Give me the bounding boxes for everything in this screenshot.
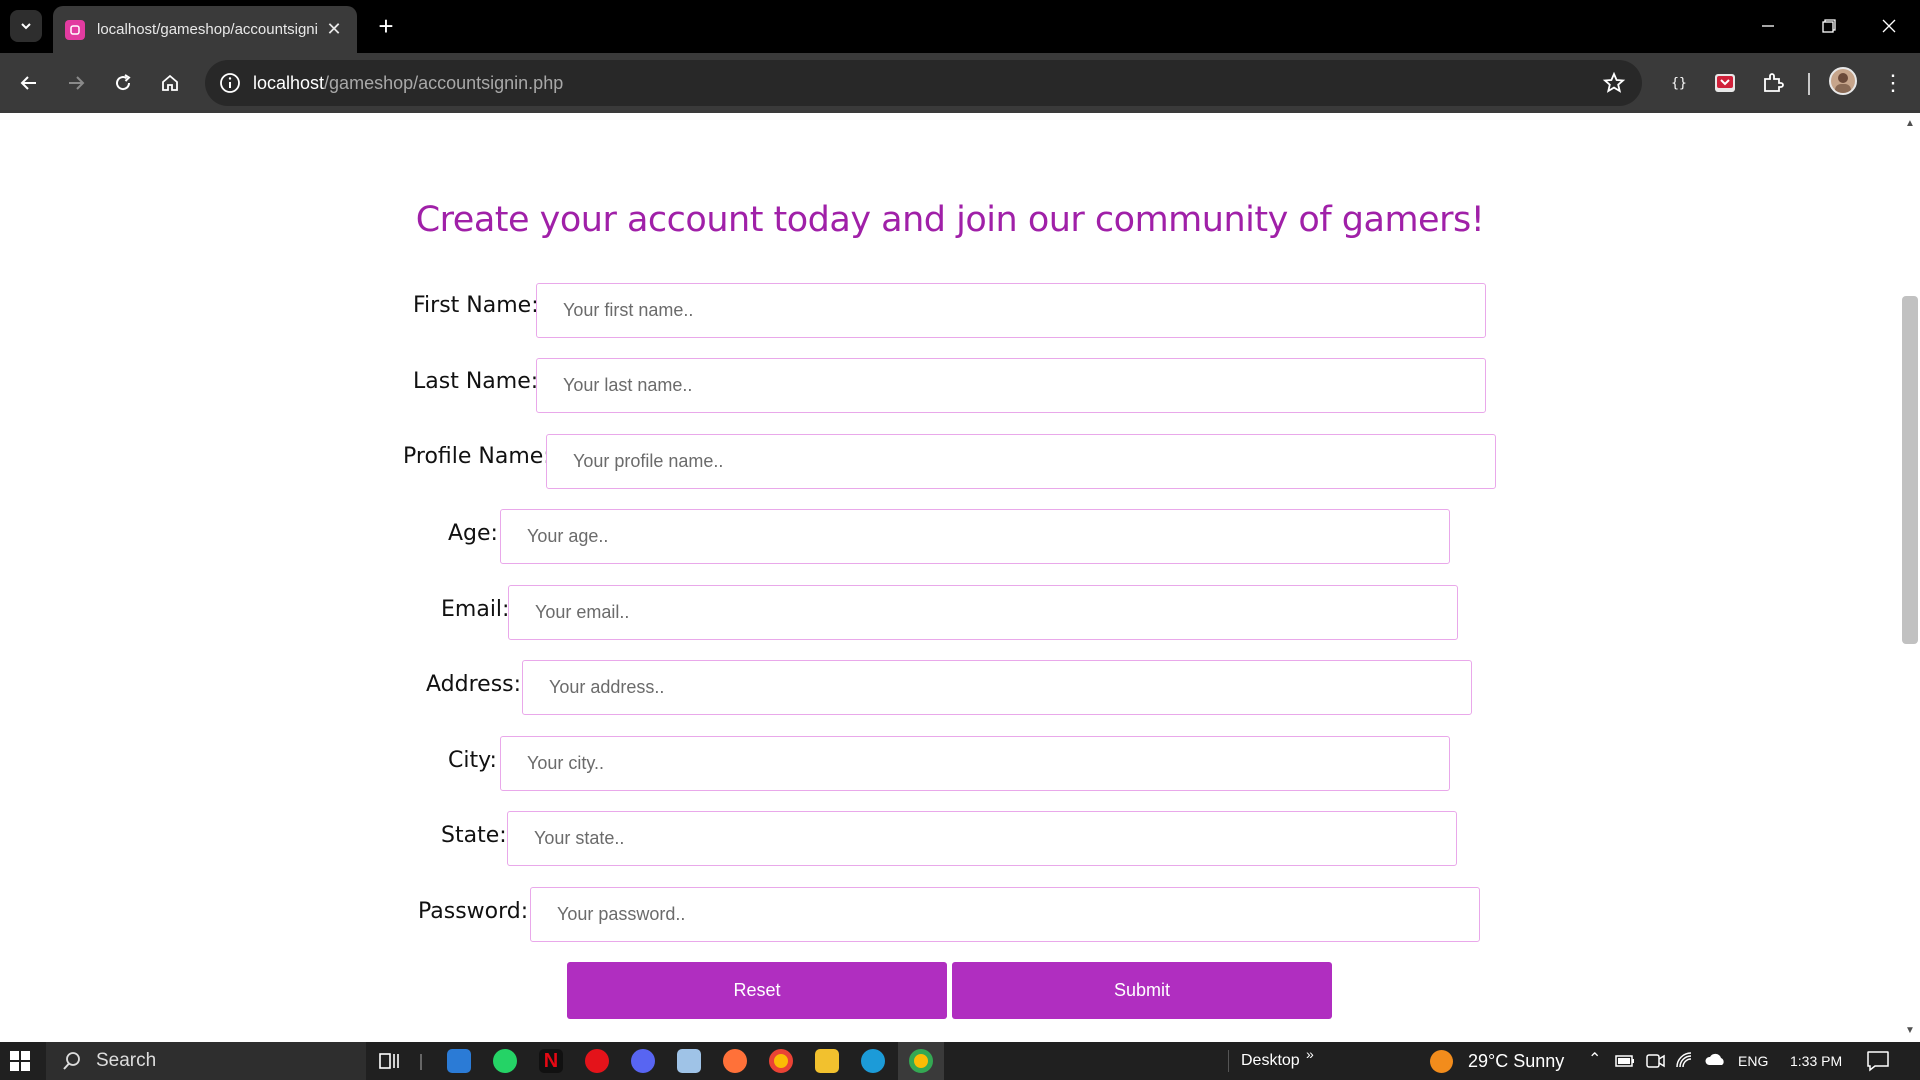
task-view-icon[interactable] [377,1049,401,1073]
file-explorer-icon[interactable] [815,1049,839,1073]
sunny-weather-icon [1430,1050,1453,1073]
forward-icon[interactable] [60,67,92,99]
url-text: localhost/gameshop/accountsignin.php [253,73,563,94]
netflix-app-icon[interactable]: N [539,1049,563,1073]
tab-close-icon[interactable]: ✕ [323,18,345,40]
home-icon[interactable] [154,67,186,99]
battery-icon[interactable] [1614,1051,1636,1071]
notifications-icon[interactable] [1866,1050,1890,1072]
page-title: Create your account today and join our c… [415,200,1485,240]
taskbar-search[interactable]: Search [46,1042,366,1080]
search-label: Search [96,1050,157,1071]
first-name-field[interactable] [536,283,1486,338]
volume-cloud-icon[interactable] [1704,1051,1728,1071]
search-icon [63,1052,80,1070]
last-name-label: Last Name: [413,369,539,394]
city-label: City: [448,748,497,773]
first-name-label: First Name: [413,293,539,318]
new-tab-button[interactable]: + [372,12,400,40]
back-icon[interactable] [13,67,45,99]
mail-app-icon[interactable] [447,1049,471,1073]
json-extension-icon[interactable]: {} [1663,67,1695,99]
edge-app-icon[interactable] [861,1049,885,1073]
profile-name-label: Profile Name: [403,444,551,469]
scrollbar-thumb[interactable] [1902,296,1918,644]
pocket-extension-icon[interactable] [1709,67,1741,99]
firefox-app-icon[interactable] [723,1049,747,1073]
extensions-puzzle-icon[interactable] [1757,67,1789,99]
browser-menu-icon[interactable]: ⋮ [1877,67,1909,99]
site-favicon-icon [65,19,85,40]
city-field[interactable] [500,736,1450,791]
url-path: /gameshop/accountsignin.php [324,73,564,93]
address-label: Address: [426,672,522,697]
bookmark-star-icon[interactable] [1602,71,1626,95]
profile-name-field[interactable] [546,434,1496,489]
address-field[interactable] [522,660,1472,715]
last-name-field[interactable] [536,358,1486,413]
weather-text[interactable]: 29°C Sunny [1468,1051,1564,1072]
discord-app-icon[interactable] [631,1049,655,1073]
site-info-icon[interactable] [219,72,241,94]
age-label: Age: [448,521,498,546]
chrome-app-icon[interactable] [769,1049,793,1073]
tray-overflow-icon[interactable]: ⌃ [1588,1049,1601,1069]
taskbar-divider [420,1054,422,1070]
email-label: Email: [441,597,510,622]
taskbar: Search N Desktop » 29°C Sunny ⌃ ENG 1:33… [0,1042,1920,1080]
state-field[interactable] [507,811,1457,866]
tab-title: localhost/gameshop/accountsignin [97,21,317,38]
profile-avatar[interactable] [1829,67,1857,95]
scroll-down-icon[interactable]: ▼ [1904,1025,1916,1037]
desktop-toolbar-label[interactable]: Desktop [1241,1052,1300,1070]
wifi-icon[interactable] [1675,1051,1697,1071]
whatsapp-app-icon[interactable] [493,1049,517,1073]
email-field[interactable] [508,585,1458,640]
close-window-icon[interactable] [1872,12,1906,40]
state-label: State: [441,823,507,848]
browser-toolbar: localhost/gameshop/accountsignin.php {} … [0,53,1920,113]
minimize-icon[interactable] [1751,12,1785,40]
submit-button[interactable]: Submit [952,962,1332,1019]
clock[interactable]: 1:33 PM [1790,1053,1842,1069]
chrome-active-app-icon[interactable] [909,1049,933,1073]
tab-search-button[interactable] [10,10,42,42]
notes-app-icon[interactable] [677,1049,701,1073]
scroll-up-icon[interactable]: ▲ [1904,118,1916,130]
windows-start-icon[interactable] [10,1051,30,1071]
password-field[interactable] [530,887,1480,942]
url-host: localhost [253,73,325,93]
toolbar-divider [1808,73,1810,95]
reload-icon[interactable] [107,67,139,99]
opera-app-icon[interactable] [585,1049,609,1073]
language-indicator[interactable]: ENG [1738,1053,1768,1069]
reset-button[interactable]: Reset [567,962,947,1019]
restore-icon[interactable] [1812,12,1846,40]
chevron-right-icon[interactable]: » [1306,1046,1314,1062]
age-field[interactable] [500,509,1450,564]
meet-now-icon[interactable] [1644,1051,1666,1071]
tray-divider [1228,1050,1229,1072]
browser-tab[interactable]: localhost/gameshop/accountsignin ✕ [53,6,357,53]
tab-bar: localhost/gameshop/accountsignin ✕ + [0,0,1920,53]
address-bar[interactable]: localhost/gameshop/accountsignin.php [205,60,1642,106]
password-label: Password: [418,899,529,924]
chevron-down-icon [21,23,31,30]
